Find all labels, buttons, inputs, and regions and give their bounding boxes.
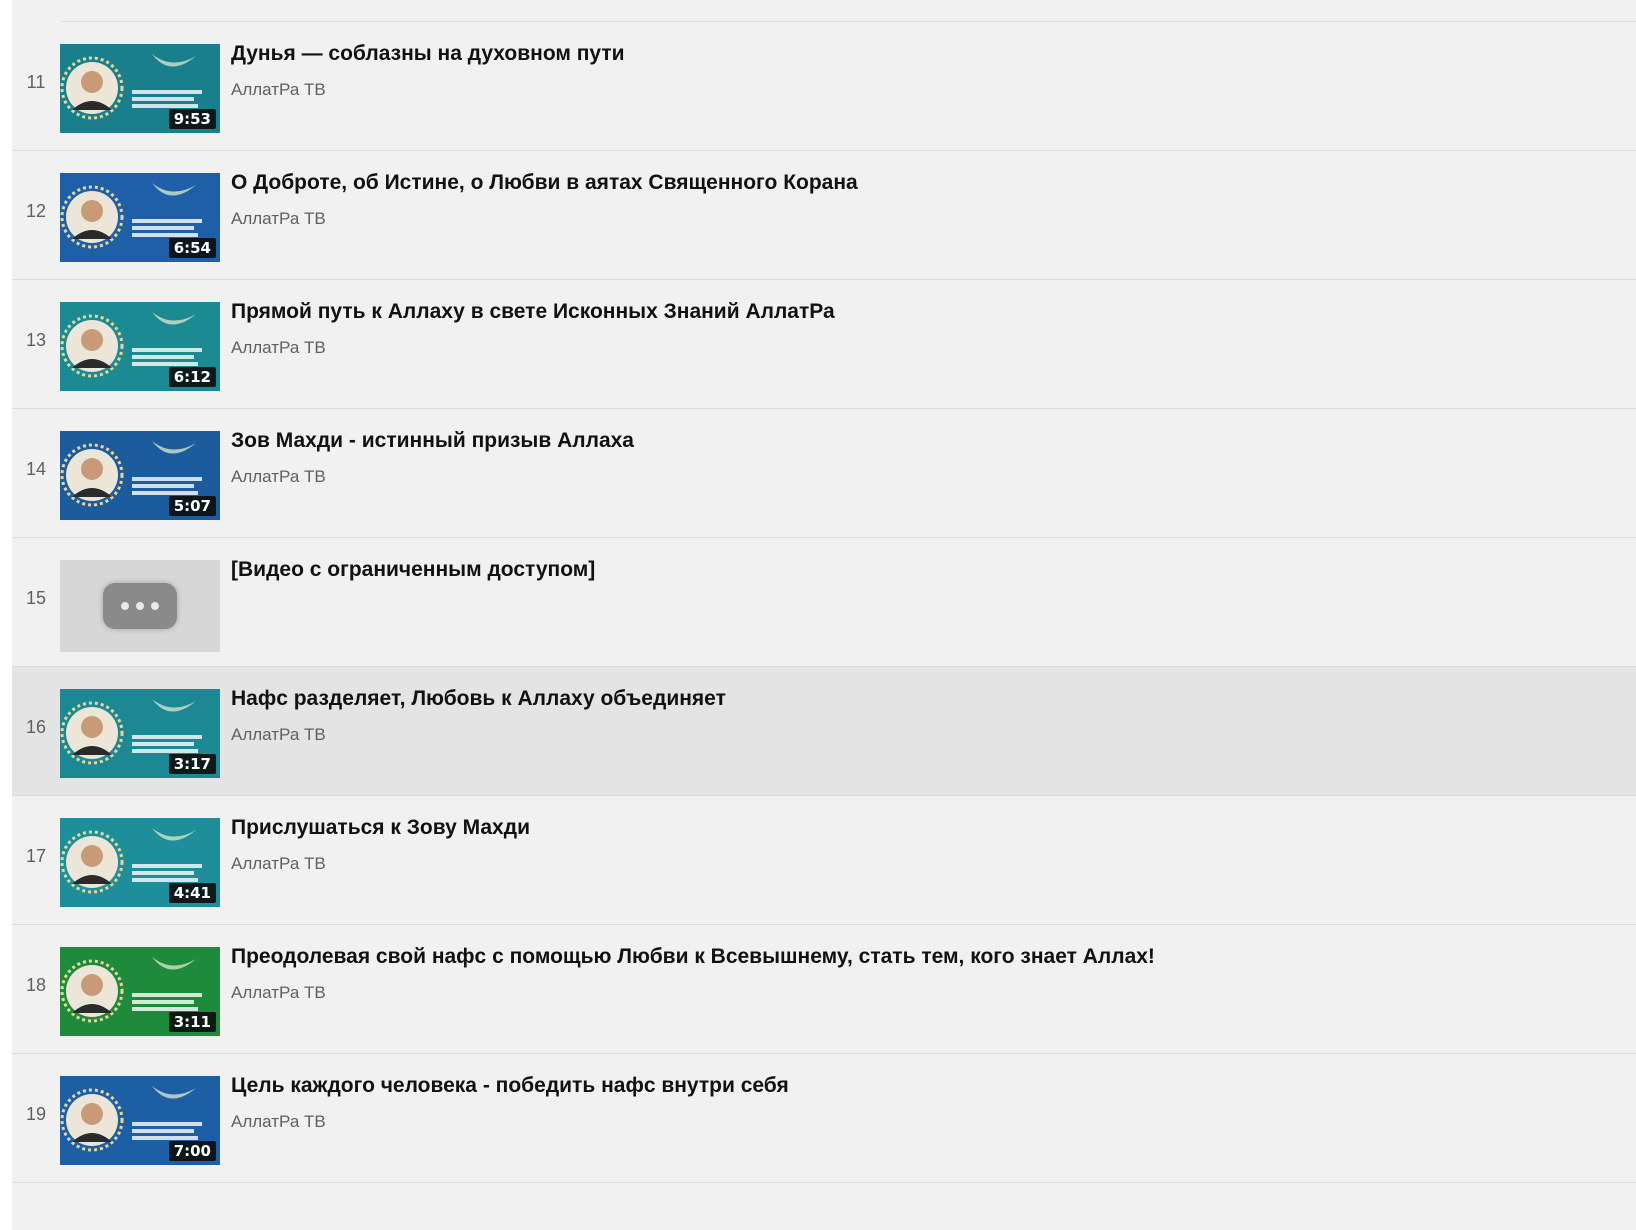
channel-name[interactable]: АллатРа ТВ <box>231 467 326 487</box>
video-thumbnail[interactable]: 9:53 <box>60 44 220 133</box>
row-index: 13 <box>25 330 47 350</box>
video-thumbnail[interactable]: 6:12 <box>60 302 220 391</box>
dot <box>121 602 129 610</box>
channel-name[interactable]: АллатРа ТВ <box>231 209 326 229</box>
row-index: 19 <box>25 1104 47 1124</box>
playlist-row[interactable]: 17 4:41 Прислушаться к Зову Махди АллатРа Т… <box>12 796 1636 925</box>
video-thumbnail[interactable]: 5:07 <box>60 431 220 520</box>
row-index: 16 <box>25 717 47 737</box>
channel-name[interactable]: АллатРа ТВ <box>231 338 326 358</box>
channel-name[interactable]: АллатРа ТВ <box>231 1112 326 1132</box>
playlist-row[interactable]: 13 6:12 Прямой путь к Аллаху в свете Искон… <box>12 280 1636 409</box>
more-icon <box>103 583 177 629</box>
playlist-row[interactable]: 14 5:07 Зов Махди - истинный призыв Аллаха… <box>12 409 1636 538</box>
video-title[interactable]: Прислушаться к Зову Махди <box>231 816 530 840</box>
row-index: 17 <box>25 846 47 866</box>
row-index: 11 <box>26 72 46 92</box>
duration-badge: 3:17 <box>168 754 216 774</box>
playlist-row[interactable]: 18 3:11 Преодолевая свой нафс с помощью Лю… <box>12 925 1636 1054</box>
video-thumbnail[interactable]: 7:00 <box>60 1076 220 1165</box>
duration-badge: 3:11 <box>168 1012 216 1032</box>
video-thumbnail[interactable]: 4:41 <box>60 818 220 907</box>
row-index: 14 <box>25 459 47 479</box>
duration-badge: 9:53 <box>168 109 216 129</box>
video-thumbnail[interactable]: 3:17 <box>60 689 220 778</box>
video-title[interactable]: О Доброте, об Истине, о Любви в аятах Св… <box>231 171 858 195</box>
row-index: 15 <box>25 588 47 608</box>
channel-name[interactable]: АллатРа ТВ <box>231 983 326 1003</box>
duration-badge: 6:12 <box>168 367 216 387</box>
playlist-row[interactable]: 11 9:53 Дунья — соблазны на духовном пути А… <box>12 22 1636 151</box>
video-title[interactable]: Зов Махди - истинный призыв Аллаха <box>231 429 634 453</box>
channel-name[interactable]: АллатРа ТВ <box>231 80 326 100</box>
playlist-panel: 11 9:53 Дунья — соблазны на духовном пути А… <box>12 0 1636 1230</box>
video-title[interactable]: Цель каждого человека - победить нафс вн… <box>231 1074 789 1098</box>
row-index: 18 <box>25 975 47 995</box>
duration-badge: 4:41 <box>168 883 216 903</box>
playlist-row[interactable]: 19 7:00 Цель каждого человека - победить н… <box>12 1054 1636 1183</box>
video-title[interactable]: Прямой путь к Аллаху в свете Исконных Зн… <box>231 300 835 324</box>
unavailable-thumbnail[interactable] <box>60 560 220 652</box>
dot <box>151 602 159 610</box>
video-thumbnail[interactable]: 6:54 <box>60 173 220 262</box>
row-index: 12 <box>25 201 47 221</box>
playlist-row[interactable]: 12 6:54 О Доброте, об Истине, о Любви в ая… <box>12 151 1636 280</box>
video-title[interactable]: [Видео с ограниченным доступом] <box>231 558 595 582</box>
duration-badge: 6:54 <box>168 238 216 258</box>
playlist-row[interactable]: 15 [Видео с ограниченным доступом] <box>12 538 1636 667</box>
channel-name[interactable]: АллатРа ТВ <box>231 725 326 745</box>
channel-name[interactable]: АллатРа ТВ <box>231 854 326 874</box>
video-title[interactable]: Нафс разделяет, Любовь к Аллаху объединя… <box>231 687 726 711</box>
duration-badge: 7:00 <box>168 1141 216 1161</box>
dot <box>136 602 144 610</box>
video-title[interactable]: Преодолевая свой нафс с помощью Любви к … <box>231 945 1155 969</box>
playlist-row[interactable]: 16 3:17 Нафс разделяет, Любовь к Аллаху об… <box>12 667 1636 796</box>
video-title[interactable]: Дунья — соблазны на духовном пути <box>231 42 625 66</box>
duration-badge: 5:07 <box>168 496 216 516</box>
video-thumbnail[interactable]: 3:11 <box>60 947 220 1036</box>
